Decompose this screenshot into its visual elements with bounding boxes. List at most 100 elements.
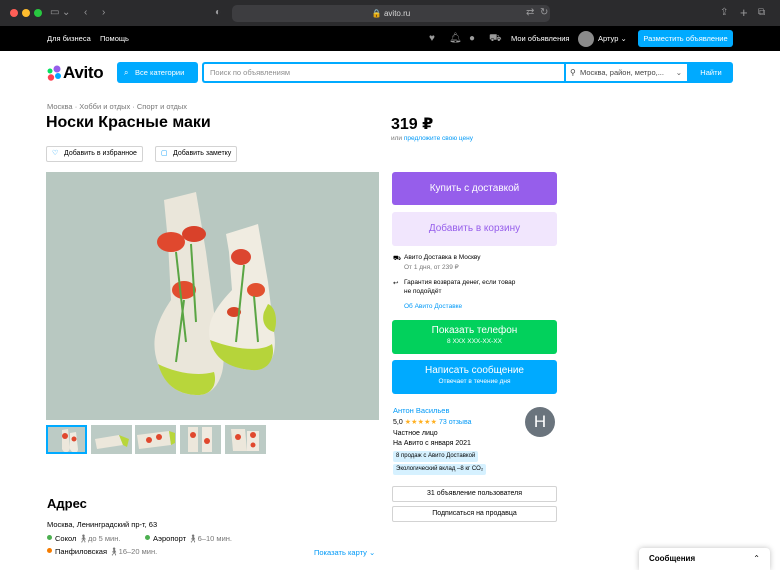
- star-icons: ★★★★★: [404, 419, 438, 426]
- price-offer-line: или предложите свою цену: [391, 135, 473, 142]
- subscribe-button[interactable]: Подписаться на продавца: [392, 506, 557, 522]
- reviews-link[interactable]: 73 отзыва: [439, 419, 471, 426]
- breadcrumb-item[interactable]: Москва: [47, 102, 73, 111]
- seller-rating: 5,0 ★★★★★ 73 отзыва: [393, 418, 471, 426]
- messages-widget[interactable]: Сообщения ⌃: [639, 548, 770, 570]
- price: 319 ₽: [391, 116, 434, 133]
- thumbnail-image: [180, 425, 221, 454]
- cart-icon[interactable]: ⛟: [489, 33, 502, 44]
- heart-icon[interactable]: ♥: [429, 33, 435, 44]
- location-field[interactable]: ⚲ Москва, район, метро,... ⌄: [564, 62, 689, 83]
- address-street: Москва, Ленинградский пр-т, 63: [47, 520, 158, 529]
- metro-walk: 16–20 мин.: [118, 547, 158, 556]
- address-bar[interactable]: 🔒 avito.ru: [232, 5, 550, 22]
- chevron-down-icon: ⌄: [675, 68, 682, 77]
- photo-thumbnail[interactable]: [225, 425, 266, 454]
- business-link[interactable]: Для бизнеса: [47, 26, 91, 51]
- photo-thumbnail[interactable]: [135, 425, 176, 454]
- page-title: Носки Красные маки: [46, 114, 211, 131]
- add-favorite-button[interactable]: ♡ Добавить в избранное: [46, 146, 143, 162]
- translate-icon[interactable]: ⇄: [526, 0, 534, 26]
- metro-name: Панфиловская: [55, 547, 108, 556]
- seller-type: Частное лицо: [393, 430, 438, 437]
- thumbnail-image: [135, 425, 176, 454]
- guarantee-info: ↩ Гарантия возврата денег, если товар не…: [393, 279, 515, 295]
- chevron-up-icon[interactable]: ⌃: [753, 548, 760, 570]
- find-button[interactable]: Найти: [689, 62, 733, 83]
- browser-toolbar: ▭ ⌄ ‹ › ◐ 🔒 avito.ru ⇄ ↻ ⇪ + ⧉: [0, 0, 780, 26]
- breadcrumb-item[interactable]: Спорт и отдых: [137, 102, 187, 111]
- breadcrumb-item[interactable]: Хобби и отдых: [79, 102, 130, 111]
- seller-since: На Авито с января 2021: [393, 440, 471, 447]
- add-favorite-label: Добавить в избранное: [64, 150, 137, 157]
- photo-thumbnail[interactable]: [46, 425, 87, 454]
- metro-station: Панфиловская 🚶︎16–20 мин.: [47, 547, 157, 556]
- offer-price-link[interactable]: предложите свою цену: [404, 135, 473, 142]
- thumbnail-image: [225, 425, 266, 454]
- zoom-window-button[interactable]: [34, 9, 42, 17]
- categories-button[interactable]: ⌕ Все категории: [117, 62, 198, 83]
- search-input[interactable]: Поиск по объявлениям: [202, 62, 564, 83]
- close-window-button[interactable]: [10, 9, 18, 17]
- metro-line-icon: [145, 535, 150, 540]
- metro-line-icon: [47, 548, 52, 553]
- my-ads-link[interactable]: Мои объявления: [511, 26, 570, 51]
- search-grid-icon: ⌕: [124, 68, 129, 77]
- privacy-shield-icon[interactable]: ◐: [215, 0, 221, 26]
- thumbnail-image: [91, 425, 132, 454]
- metro-walk: 6–10 мин.: [197, 534, 232, 543]
- photo-thumbnail[interactable]: [180, 425, 221, 454]
- sales-badge: 8 продаж с Авито Доставкой: [393, 451, 479, 462]
- heart-outline-icon: ♡: [52, 150, 59, 157]
- write-message-label: Написать сообщение: [424, 365, 524, 376]
- guarantee-line-1: Гарантия возврата денег, если товар: [404, 279, 516, 286]
- show-map-link[interactable]: Показать карту ⌄: [314, 548, 375, 557]
- minimize-window-button[interactable]: [22, 9, 30, 17]
- avito-logo[interactable]: Avito: [63, 63, 104, 83]
- metro-name: Сокол: [55, 534, 77, 543]
- user-ads-button[interactable]: 31 объявление пользователя: [392, 486, 557, 502]
- back-icon[interactable]: ‹: [84, 0, 87, 26]
- new-tab-icon[interactable]: +: [740, 0, 748, 26]
- show-phone-label: Показать телефон: [431, 325, 518, 336]
- metro-line-icon: [47, 535, 52, 540]
- sidebar-icon[interactable]: ▭: [50, 0, 59, 26]
- tab-overview-icon[interactable]: ⧉: [758, 0, 765, 26]
- show-phone-button[interactable]: Показать телефон 8 XXX XXX-XX-XX: [392, 320, 557, 354]
- bell-icon[interactable]: 🔔︎: [449, 33, 462, 44]
- return-arrow-icon: ↩: [393, 280, 399, 287]
- breadcrumb: Москва · Хобби и отдых · Спорт и отдых: [47, 102, 188, 111]
- about-delivery-link[interactable]: Об Авито Доставке: [404, 303, 462, 310]
- url-text: avito.ru: [383, 9, 411, 18]
- address-title: Адрес: [47, 496, 87, 511]
- walk-icon: 🚶︎: [78, 534, 88, 543]
- add-note-label: Добавить заметку: [173, 150, 232, 157]
- main-photo[interactable]: [46, 172, 379, 420]
- thumbnail-image: [48, 427, 85, 452]
- seller-name-link[interactable]: Антон Васильев: [393, 406, 449, 415]
- photo-thumbnail[interactable]: [91, 425, 132, 454]
- buy-with-delivery-button[interactable]: Купить с доставкой: [392, 172, 557, 205]
- forward-icon[interactable]: ›: [102, 0, 105, 26]
- note-icon: ▢: [161, 150, 168, 157]
- phone-mask: 8 XXX XXX-XX-XX: [447, 338, 502, 345]
- add-to-cart-button[interactable]: Добавить в корзину: [392, 212, 557, 246]
- metro-name: Аэропорт: [153, 534, 187, 543]
- rating-value: 5,0: [393, 419, 403, 426]
- chevron-down-icon[interactable]: ⌄: [62, 0, 70, 26]
- metro-station: Сокол 🚶︎до 5 мин.: [47, 534, 120, 543]
- delivery-title: Авито Доставка в Москву: [404, 254, 481, 261]
- share-icon[interactable]: ⇪: [720, 0, 728, 26]
- avito-logo-icon: [47, 65, 61, 81]
- add-note-button[interactable]: ▢ Добавить заметку: [155, 146, 238, 162]
- user-menu[interactable]: Артур ⌄: [598, 26, 627, 51]
- avatar[interactable]: [578, 31, 594, 47]
- seller-avatar[interactable]: Н: [525, 407, 555, 437]
- delivery-subtitle: От 1 дня, от 239 ₽: [404, 264, 459, 271]
- write-message-button[interactable]: Написать сообщение Отвечает в течение дн…: [392, 360, 557, 394]
- chat-icon[interactable]: ●: [469, 33, 475, 44]
- reload-icon[interactable]: ↻: [540, 0, 548, 26]
- guarantee-line-2: не подойдёт: [404, 288, 442, 295]
- post-ad-button[interactable]: Разместить объявление: [638, 30, 733, 47]
- help-link[interactable]: Помощь: [100, 26, 129, 51]
